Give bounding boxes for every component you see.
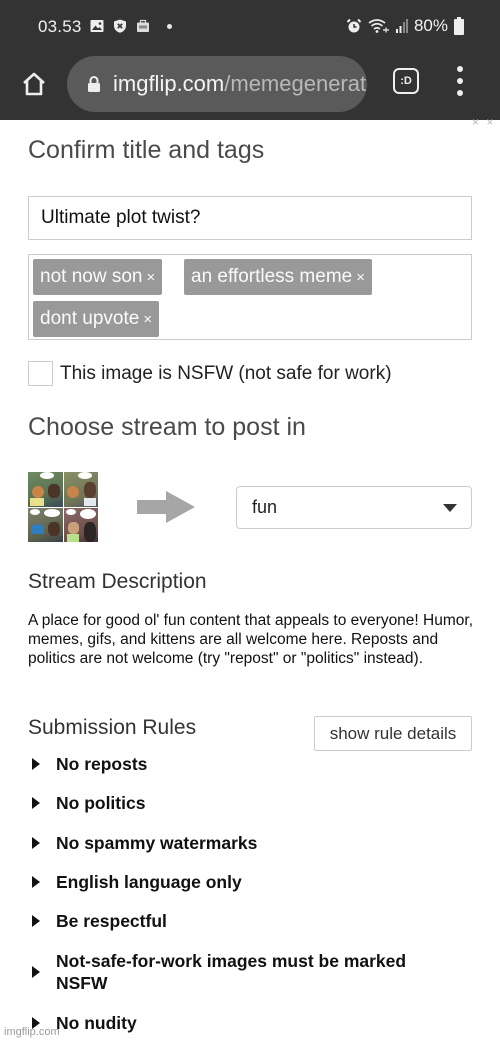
tag-chip: an effortless meme × [184, 259, 372, 295]
rule-item[interactable]: English language only [28, 871, 468, 893]
battery-percent: 80% [413, 16, 448, 35]
submission-rules-heading: Submission Rules [28, 716, 197, 739]
tag-chip: not now son × [33, 259, 163, 295]
url-path: /memegenerator [224, 71, 367, 96]
rule-label: No politics [56, 793, 146, 813]
tags-input[interactable]: not now son × an effortless meme × dont up… [28, 254, 472, 340]
tag-label: not now son [40, 266, 143, 287]
show-rule-details-button[interactable]: show rule details [314, 716, 472, 751]
tab-switcher-button[interactable]: :D [393, 68, 419, 94]
more-vert-icon[interactable] [452, 66, 468, 96]
imgflip-watermark: imgflip.com [4, 1026, 60, 1038]
lock-icon [88, 76, 100, 92]
status-bar: 03.53 80% [0, 0, 500, 56]
rule-item[interactable]: No nudity [28, 1012, 468, 1034]
caret-right-icon [32, 876, 40, 888]
rule-label: No nudity [56, 1013, 137, 1033]
nsfw-label[interactable]: This image is NSFW (not safe for work) [60, 363, 392, 385]
status-left-icons [90, 19, 172, 33]
home-icon [23, 72, 45, 96]
tag-label: an effortless meme [191, 266, 353, 287]
nsfw-checkbox[interactable] [28, 361, 53, 386]
tag-remove-icon[interactable]: × [356, 269, 365, 286]
meme-thumbnail [28, 472, 98, 542]
rule-label: No spammy watermarks [56, 833, 258, 853]
notification-dot-icon [167, 23, 172, 29]
rule-item[interactable]: No reposts [28, 753, 468, 775]
choose-stream-heading: Choose stream to post in [28, 413, 306, 441]
caret-right-icon [32, 966, 40, 978]
rule-label: English language only [56, 872, 242, 892]
stream-select[interactable]: fun [236, 486, 472, 529]
rule-label: Be respectful [56, 911, 167, 931]
close-icon[interactable]: × × [472, 116, 495, 128]
stream-row: fun [28, 472, 472, 544]
tag-remove-icon[interactable]: × [146, 269, 155, 286]
url-text: imgflip.com/memegenerator [113, 71, 367, 97]
alarm-icon [346, 18, 362, 33]
rule-label: Not-safe-for-work images must be marked … [56, 951, 407, 993]
caret-right-icon [32, 837, 40, 849]
tag-label: dont upvote [40, 308, 140, 329]
rule-label: No reposts [56, 754, 148, 774]
battery-icon [454, 17, 464, 35]
rule-item[interactable]: Be respectful [28, 910, 468, 932]
url-domain: imgflip.com [113, 71, 225, 96]
confirm-title-heading: Confirm title and tags [28, 136, 265, 164]
stream-select-value: fun [252, 497, 278, 517]
rule-item[interactable]: No politics [28, 792, 468, 814]
stream-description-text: A place for good ol' fun content that ap… [28, 612, 473, 667]
title-input[interactable]: Ultimate plot twist? [28, 196, 472, 240]
status-right: 80% [346, 16, 464, 36]
tag-chip: dont upvote × [33, 301, 160, 337]
caret-right-icon [32, 915, 40, 927]
caret-right-icon [32, 797, 40, 809]
shield-x-icon [114, 19, 126, 33]
caret-right-icon [32, 758, 40, 770]
caret-down-icon [443, 504, 457, 512]
browser-toolbar: imgflip.com/memegenerator :D [0, 56, 500, 120]
tag-remove-icon[interactable]: × [143, 311, 152, 328]
nsfw-row: This image is NSFW (not safe for work) [28, 361, 392, 386]
rule-item[interactable]: No spammy watermarks [28, 832, 468, 854]
signal-icon [395, 19, 408, 33]
rule-item[interactable]: Not-safe-for-work images must be marked … [28, 950, 468, 994]
stream-description-heading: Stream Description [28, 570, 207, 593]
gallery-icon [90, 20, 104, 32]
briefcase-icon [137, 19, 149, 32]
address-bar[interactable]: imgflip.com/memegenerator [67, 56, 367, 112]
arrow-right-icon [137, 491, 195, 523]
status-time: 03.53 [38, 17, 82, 36]
home-button[interactable] [18, 68, 50, 100]
wifi-icon [368, 19, 389, 33]
